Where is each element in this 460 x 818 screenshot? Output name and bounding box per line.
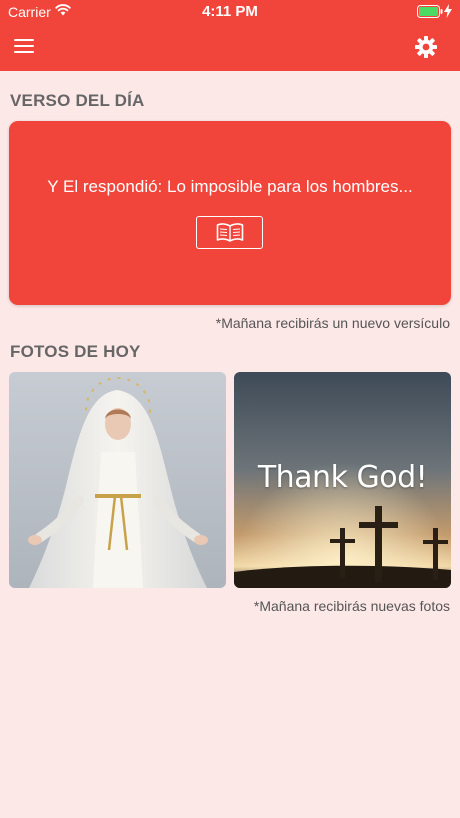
status-bar: Carrier 4:11 PM [0,0,460,24]
app-header: Carrier 4:11 PM [0,0,460,71]
photos-note: *Mañana recibirás nuevas fotos [253,598,450,614]
photos-section-title: FOTOS DE HOY [10,342,141,361]
gear-icon[interactable] [414,35,438,59]
read-verse-button[interactable] [196,216,263,249]
verse-card[interactable]: Y El respondió: Lo imposible para los ho… [9,121,451,305]
photo-virgin-mary[interactable] [9,372,226,588]
verse-section-title: VERSO DEL DÍA [10,91,145,110]
charging-bolt-icon [444,4,452,18]
verse-text: Y El respondió: Lo imposible para los ho… [47,177,413,196]
hamburger-menu-icon [14,39,34,41]
virgin-mary-image [9,372,226,588]
battery-icon [417,5,443,18]
open-book-icon [216,223,244,242]
verse-note: *Mañana recibirás un nuevo versículo [215,315,450,331]
menu-button[interactable] [13,36,37,56]
photo-thank-god[interactable]: Thank God! [234,372,451,588]
photo-caption: Thank God! [257,460,428,495]
status-time: 4:11 PM [202,3,258,20]
